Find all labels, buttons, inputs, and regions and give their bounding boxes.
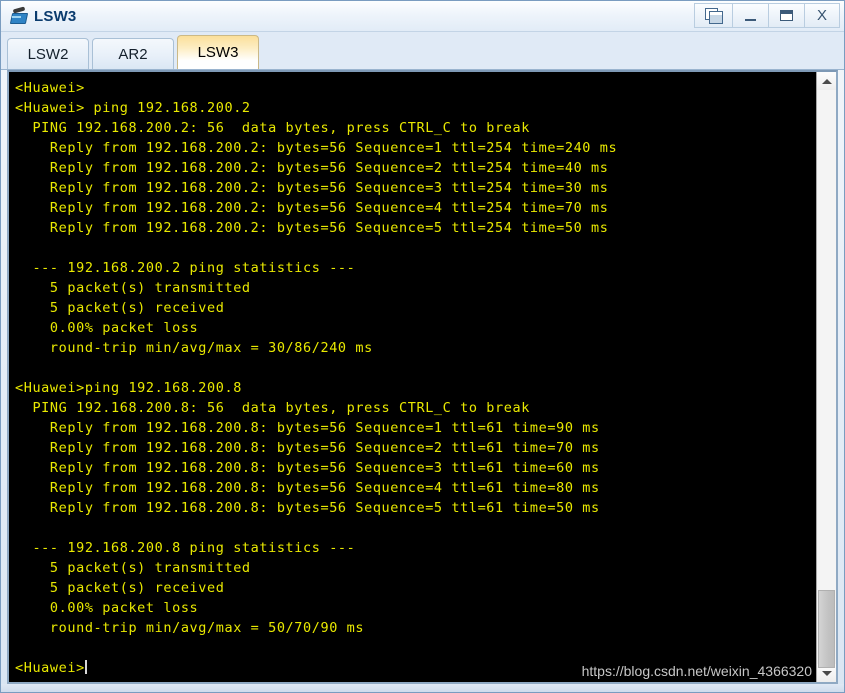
terminal-line: round-trip min/avg/max = 50/70/90 ms (15, 620, 365, 636)
terminal-line: 5 packet(s) transmitted (15, 560, 251, 576)
terminal-line: 0.00% packet loss (15, 600, 199, 616)
chevron-up-icon (821, 78, 832, 84)
title-bar: LSW3 X (1, 1, 844, 32)
chevron-down-icon (821, 670, 832, 676)
tab-label: LSW2 (27, 45, 69, 63)
terminal-line: Reply from 192.168.200.2: bytes=56 Seque… (15, 140, 618, 156)
terminal-line: <Huawei> (15, 80, 85, 96)
terminal-line: round-trip min/avg/max = 30/86/240 ms (15, 340, 373, 356)
scrollbar-thumb[interactable] (818, 590, 835, 668)
terminal-line: Reply from 192.168.200.8: bytes=56 Seque… (15, 500, 600, 516)
terminal-line: --- 192.168.200.2 ping statistics --- (15, 260, 356, 276)
scroll-up-button[interactable] (817, 72, 836, 90)
terminal-output[interactable]: <Huawei> <Huawei> ping 192.168.200.2 PING… (9, 72, 816, 682)
scrollbar-track[interactable] (817, 90, 836, 668)
terminal-line: 5 packet(s) received (15, 300, 225, 316)
tab-lsw2[interactable]: LSW2 (7, 38, 89, 69)
terminal-line: PING 192.168.200.2: 56 data bytes, press… (15, 120, 530, 136)
terminal-line: Reply from 192.168.200.2: bytes=56 Seque… (15, 200, 609, 216)
status-bar (1, 684, 844, 692)
terminal-line: Reply from 192.168.200.8: bytes=56 Seque… (15, 460, 600, 476)
minimize-icon (745, 18, 756, 21)
terminal-line: 5 packet(s) transmitted (15, 280, 251, 296)
terminal-line: Reply from 192.168.200.8: bytes=56 Seque… (15, 480, 600, 496)
terminal-window: LSW3 X LSW2 AR2 LSW3 <Huawei> <Huawei> p… (0, 0, 845, 693)
terminal-line: Reply from 192.168.200.8: bytes=56 Seque… (15, 420, 600, 436)
terminal-line: PING 192.168.200.8: 56 data bytes, press… (15, 400, 530, 416)
terminal-line: Reply from 192.168.200.8: bytes=56 Seque… (15, 440, 600, 456)
terminal-line: <Huawei>ping 192.168.200.8 (15, 380, 242, 396)
tab-label: LSW3 (197, 44, 239, 61)
tab-ar2[interactable]: AR2 (92, 38, 174, 69)
tab-strip: LSW2 AR2 LSW3 (1, 32, 844, 70)
terminal-frame: <Huawei> <Huawei> ping 192.168.200.2 PING… (7, 70, 838, 684)
terminal-line: <Huawei> ping 192.168.200.2 (15, 100, 251, 116)
cascade-windows-button[interactable] (694, 3, 732, 28)
window-title: LSW3 (34, 7, 77, 25)
terminal-line: 0.00% packet loss (15, 320, 199, 336)
window-controls: X (694, 3, 840, 28)
terminal-line: Reply from 192.168.200.2: bytes=56 Seque… (15, 180, 609, 196)
tab-lsw3[interactable]: LSW3 (177, 35, 259, 69)
terminal-line: Reply from 192.168.200.2: bytes=56 Seque… (15, 160, 609, 176)
close-icon: X (816, 7, 827, 24)
maximize-button[interactable] (768, 3, 804, 28)
vertical-scrollbar[interactable] (816, 72, 836, 682)
terminal-line: 5 packet(s) received (15, 580, 225, 596)
close-button[interactable]: X (804, 3, 840, 28)
maximize-icon (780, 10, 793, 21)
tab-label: AR2 (118, 45, 148, 63)
terminal-line: Reply from 192.168.200.2: bytes=56 Seque… (15, 220, 609, 236)
text-cursor (84, 660, 87, 674)
minimize-button[interactable] (732, 3, 768, 28)
terminal-prompt: <Huawei> (15, 660, 85, 676)
switch-icon (9, 6, 29, 26)
cascade-windows-icon (705, 8, 723, 24)
terminal-line: --- 192.168.200.8 ping statistics --- (15, 540, 356, 556)
watermark-text: https://blog.csdn.net/weixin_4366320 (581, 663, 812, 679)
